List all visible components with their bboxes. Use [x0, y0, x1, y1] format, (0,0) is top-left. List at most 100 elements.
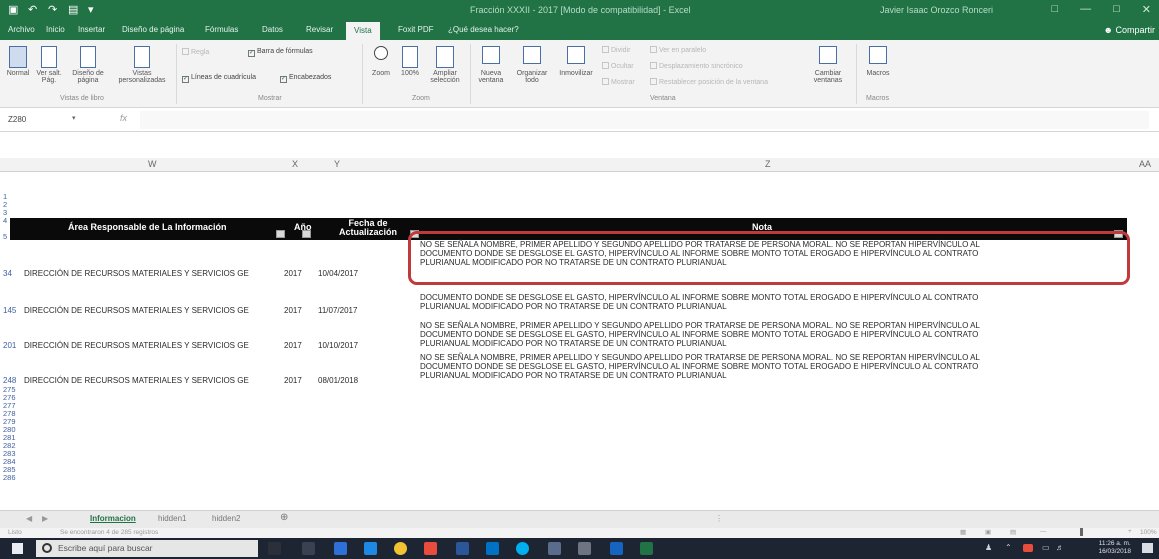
insert-function-icon[interactable]: fx: [120, 113, 127, 123]
cell-anio[interactable]: 2017: [284, 306, 302, 315]
page-break-preview-button[interactable]: Ver salt. Pág.: [34, 46, 64, 84]
share-button[interactable]: ☻ Compartir: [1104, 25, 1156, 35]
zoom-selection-button[interactable]: Ampliar selección: [426, 46, 464, 84]
close-icon[interactable]: ✕: [1142, 3, 1151, 16]
redo-icon[interactable]: ↷: [48, 4, 59, 16]
row-number[interactable]: 4: [3, 216, 7, 225]
normal-view-button[interactable]: Normal: [6, 46, 30, 77]
view-side-by-side-button[interactable]: Ver en paralelo: [650, 46, 706, 54]
zoom-out-icon[interactable]: —: [1040, 528, 1047, 535]
unhide-window-button[interactable]: Mostrar: [602, 78, 635, 86]
headings-checkbox[interactable]: ✓ Encabezados: [280, 74, 331, 83]
zoom-in-icon[interactable]: +: [1128, 528, 1132, 535]
formula-bar-checkbox[interactable]: ✓ Barra de fórmulas: [248, 48, 313, 57]
cell-fecha[interactable]: 08/01/2018: [318, 376, 358, 385]
freeze-panes-button[interactable]: Inmovilizar: [556, 46, 596, 77]
excel-taskbar-icon[interactable]: [640, 542, 653, 555]
action-center-icon[interactable]: [1142, 543, 1153, 553]
skype-icon[interactable]: [516, 542, 529, 555]
tab-archivo[interactable]: Archivo: [8, 25, 35, 34]
undo-icon[interactable]: ↶: [28, 4, 39, 16]
normal-view-status-icon[interactable]: ▦: [960, 528, 966, 536]
sync-scroll-button[interactable]: Desplazamiento sincrónico: [650, 62, 743, 70]
formula-input[interactable]: [140, 111, 1149, 129]
ribbon-display-icon[interactable]: □: [1051, 3, 1058, 16]
cell-anio[interactable]: 2017: [284, 269, 302, 278]
name-box-dropdown-icon[interactable]: ▾: [72, 114, 76, 122]
scroll-tabs-right-icon[interactable]: ▶: [42, 514, 48, 523]
page-layout-status-icon[interactable]: ▣: [985, 528, 991, 536]
row-number[interactable]: 248: [3, 376, 16, 385]
chrome-icon[interactable]: [394, 542, 407, 555]
row-number[interactable]: 145: [3, 306, 16, 315]
tab-vista[interactable]: Vista: [346, 22, 380, 40]
switch-windows-button[interactable]: Cambiar ventanas: [806, 46, 850, 84]
show-hidden-icons[interactable]: ⌃: [1005, 543, 1012, 552]
sheet-tab-hidden1[interactable]: hidden1: [158, 514, 186, 523]
horizontal-scrollbar[interactable]: ⋮: [715, 514, 723, 523]
scroll-tabs-left-icon[interactable]: ◀: [26, 514, 32, 523]
reset-position-button[interactable]: Restablecer posición de la ventana: [650, 78, 768, 86]
cell-nota[interactable]: NO SE SEÑALA NOMBRE, PRIMER APELLIDO Y S…: [420, 321, 1110, 348]
tell-me-box[interactable]: ¿Qué desea hacer?: [448, 25, 519, 34]
paint-icon[interactable]: [548, 542, 561, 555]
tab-formulas[interactable]: Fórmulas: [205, 25, 238, 34]
row-number[interactable]: 34: [3, 269, 12, 278]
cell-nota[interactable]: NO SE SEÑALA NOMBRE, PRIMER APELLIDO Y S…: [420, 240, 1110, 267]
column-header-w[interactable]: W: [148, 159, 157, 169]
row-number[interactable]: 286: [3, 473, 16, 482]
word-icon[interactable]: [456, 542, 469, 555]
zoom-button[interactable]: Zoom: [368, 46, 394, 77]
row-number[interactable]: 5: [3, 232, 7, 241]
cell-area[interactable]: DIRECCIÓN DE RECURSOS MATERIALES Y SERVI…: [24, 306, 249, 315]
print-preview-icon[interactable]: ▤: [68, 4, 79, 16]
edge-icon[interactable]: [610, 542, 623, 555]
volume-icon[interactable]: ♬: [1056, 543, 1064, 552]
acrobat-icon[interactable]: [424, 542, 437, 555]
filter-dropdown-icon[interactable]: [276, 230, 285, 238]
cell-nota[interactable]: DOCUMENTO DONDE SE DESGLOSE EL GASTO, HI…: [420, 293, 1110, 311]
cell-area[interactable]: DIRECCIÓN DE RECURSOS MATERIALES Y SERVI…: [24, 341, 249, 350]
page-break-status-icon[interactable]: ▤: [1010, 528, 1016, 536]
network-icon[interactable]: ▭: [1042, 543, 1050, 552]
notification-app-icon[interactable]: [1023, 544, 1033, 552]
store-icon[interactable]: [364, 542, 377, 555]
sheet-tab-informacion[interactable]: Informacion: [90, 514, 136, 523]
column-header-z[interactable]: Z: [765, 159, 771, 169]
tab-revisar[interactable]: Revisar: [306, 25, 333, 34]
add-sheet-icon[interactable]: ⊕: [280, 512, 288, 523]
cell-fecha[interactable]: 11/07/2017: [318, 306, 357, 315]
arrange-all-button[interactable]: Organizar todo: [512, 46, 552, 84]
column-header-x[interactable]: X: [292, 159, 298, 169]
outlook-icon[interactable]: [486, 542, 499, 555]
tab-datos[interactable]: Datos: [262, 25, 283, 34]
tab-foxit-pdf[interactable]: Foxit PDF: [398, 25, 434, 34]
customize-qat-icon[interactable]: ▾: [88, 4, 99, 16]
hide-window-button[interactable]: Ocultar: [602, 62, 634, 70]
save-icon[interactable]: ▣: [8, 4, 19, 16]
tab-insertar[interactable]: Insertar: [78, 25, 105, 34]
cell-fecha[interactable]: 10/04/2017: [318, 269, 358, 278]
file-explorer-icon[interactable]: [334, 542, 347, 555]
cell-fecha[interactable]: 10/10/2017: [318, 341, 358, 350]
sheet-tab-hidden2[interactable]: hidden2: [212, 514, 240, 523]
zoom-100-button[interactable]: 100%: [398, 46, 422, 77]
taskbar-search-box[interactable]: Escribe aquí para buscar: [36, 540, 258, 557]
ruler-checkbox[interactable]: Regla: [182, 48, 209, 56]
taskbar-clock[interactable]: 11:26 a. m. 16/03/2018: [1098, 540, 1131, 556]
filter-active-icon[interactable]: [302, 230, 311, 238]
new-window-button[interactable]: Nueva ventana: [474, 46, 508, 84]
user-name[interactable]: Javier Isaac Orozco Ronceri: [880, 5, 993, 15]
tab-diseno-pagina[interactable]: Diseño de página: [122, 25, 184, 34]
macros-button[interactable]: Macros: [862, 46, 894, 77]
zoom-slider[interactable]: [1080, 528, 1083, 536]
microphone-icon[interactable]: [268, 542, 281, 555]
row-number[interactable]: 201: [3, 341, 16, 350]
cell-area[interactable]: DIRECCIÓN DE RECURSOS MATERIALES Y SERVI…: [24, 269, 249, 278]
minimize-icon[interactable]: —: [1080, 3, 1091, 16]
task-view-icon[interactable]: [302, 542, 315, 555]
worksheet[interactable]: 1 2 3 4 5 Área Responsable de La Informa…: [0, 172, 1159, 510]
column-header-y[interactable]: Y: [334, 159, 340, 169]
cell-area[interactable]: DIRECCIÓN DE RECURSOS MATERIALES Y SERVI…: [24, 376, 249, 385]
custom-views-button[interactable]: Vistas personalizadas: [112, 46, 172, 84]
